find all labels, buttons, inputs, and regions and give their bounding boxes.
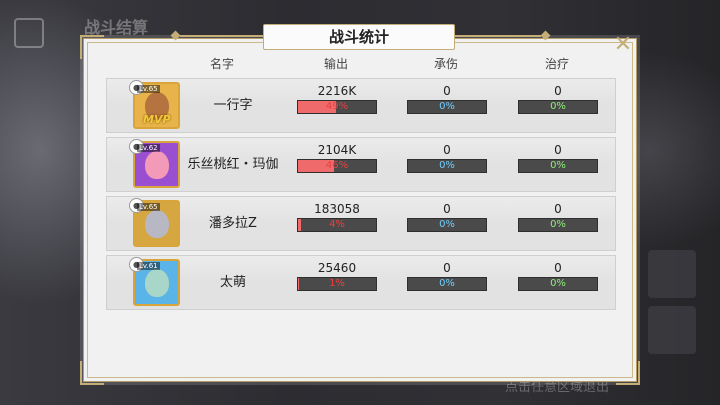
damage-bar: 49%: [297, 100, 377, 114]
damage-value: 2104K: [317, 143, 357, 157]
character-avatar: ● Lv.65 MVP: [129, 80, 180, 129]
character-portrait: [145, 269, 169, 297]
heal-bar: 0%: [518, 218, 598, 232]
character-avatar: ● Lv.65: [129, 198, 180, 247]
character-level: Lv.65: [137, 85, 160, 93]
damage-cell: 183058 4%: [297, 201, 377, 232]
damage-bar: 4%: [297, 218, 377, 232]
heal-cell: 0 0%: [518, 260, 598, 291]
damage-cell: 2216K 49%: [297, 83, 377, 114]
mvp-badge: MVP: [143, 113, 171, 126]
stats-row: ● Lv.61 太萌 25460 1% 0 0% 0 0%: [106, 255, 616, 310]
damage-percent: 46%: [325, 160, 349, 171]
tank-value: 0: [443, 261, 451, 275]
tank-cell: 0 0%: [407, 201, 487, 232]
character-avatar: ● Lv.61: [129, 257, 180, 306]
diamond-ornament: [170, 30, 181, 41]
heal-bar: 0%: [518, 277, 598, 291]
tank-percent: 0%: [439, 278, 455, 289]
tank-percent: 0%: [439, 160, 455, 171]
stats-row: ● Lv.62 乐丝桃红・玛伽 2104K 46% 0 0% 0 0%: [106, 137, 616, 192]
stats-row: ● Lv.65 潘多拉Z 183058 4% 0 0% 0 0%: [106, 196, 616, 251]
heal-cell: 0 0%: [518, 201, 598, 232]
character-name: 太萌: [219, 275, 246, 290]
stats-row: ● Lv.65 MVP 一行字 2216K 49% 0 0% 0 0%: [106, 78, 616, 133]
damage-percent: 49%: [325, 101, 349, 112]
character-avatar: ● Lv.62: [129, 139, 180, 188]
heal-percent: 0%: [550, 160, 566, 171]
corner-ornament: [80, 35, 104, 59]
heal-value: 0: [554, 261, 562, 275]
title-line: [453, 35, 541, 37]
tank-bar: 0%: [407, 277, 487, 291]
character-name: 一行字: [213, 98, 253, 113]
diamond-ornament: [540, 30, 551, 41]
damage-cell: 2104K 46%: [297, 142, 377, 173]
header-tank: 承伤: [433, 57, 458, 71]
corner-ornament: [616, 361, 640, 385]
dialog-title-bar: 战斗统计: [168, 24, 553, 50]
damage-bar: 46%: [297, 159, 377, 173]
tank-bar: 0%: [407, 159, 487, 173]
heal-percent: 0%: [550, 219, 566, 230]
heal-bar: 0%: [518, 159, 598, 173]
tank-bar: 0%: [407, 218, 487, 232]
heal-cell: 0 0%: [518, 142, 598, 173]
menu-icon: [14, 18, 44, 48]
tank-value: 0: [443, 84, 451, 98]
character-portrait: [145, 210, 169, 238]
tank-bar: 0%: [407, 100, 487, 114]
tank-cell: 0 0%: [407, 142, 487, 173]
character-level: Lv.61: [137, 262, 160, 270]
damage-value: 183058: [314, 202, 360, 216]
header-damage: 输出: [323, 57, 348, 71]
header-name: 名字: [209, 57, 234, 71]
damage-percent: 4%: [329, 219, 345, 230]
title-line: [180, 35, 263, 37]
tank-cell: 0 0%: [407, 260, 487, 291]
character-name: 乐丝桃红・玛伽: [187, 157, 279, 172]
character-level: Lv.65: [137, 203, 160, 211]
tank-percent: 0%: [439, 219, 455, 230]
tank-cell: 0 0%: [407, 83, 487, 114]
heal-percent: 0%: [550, 101, 566, 112]
character-name: 潘多拉Z: [209, 216, 257, 231]
tank-value: 0: [443, 202, 451, 216]
damage-cell: 25460 1%: [297, 260, 377, 291]
close-icon[interactable]: ✕: [612, 34, 634, 56]
damage-bar: 1%: [297, 277, 377, 291]
header-heal: 治疗: [544, 57, 569, 71]
heal-bar: 0%: [518, 100, 598, 114]
background-slot: [648, 306, 696, 354]
heal-value: 0: [554, 143, 562, 157]
corner-ornament: [80, 361, 104, 385]
dialog-title: 战斗统计: [263, 24, 455, 50]
heal-percent: 0%: [550, 278, 566, 289]
damage-percent: 1%: [329, 278, 345, 289]
tank-percent: 0%: [439, 101, 455, 112]
heal-value: 0: [554, 84, 562, 98]
damage-value: 25460: [317, 261, 357, 275]
damage-value: 2216K: [317, 84, 357, 98]
character-portrait: [145, 151, 169, 179]
heal-cell: 0 0%: [518, 83, 598, 114]
background-slot: [648, 250, 696, 298]
heal-value: 0: [554, 202, 562, 216]
tank-value: 0: [443, 143, 451, 157]
character-level: Lv.62: [137, 144, 160, 152]
